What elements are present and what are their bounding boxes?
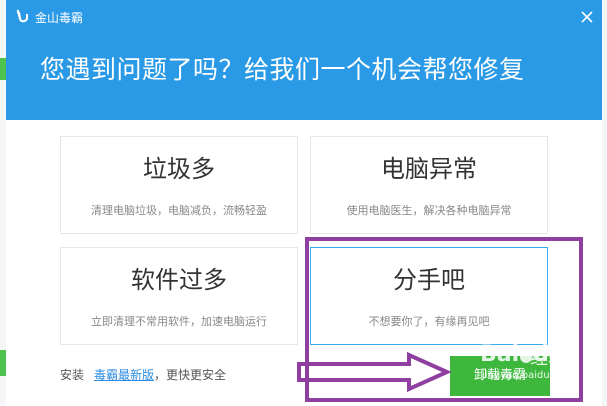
uninstall-dialog: 金山毒霸 您遇到问题了吗？给我们一个机会帮您修复 垃圾多 清理电脑垃圾，电脑减负… [6,0,602,406]
background-window-edge-right [602,0,607,406]
close-icon [581,11,593,23]
install-latest-hint: 安装 毒霸最新版，更快更安全 [60,367,226,383]
option-card-break-up[interactable]: 分手吧 不想要你了，有缘再见吧 [310,247,548,345]
dialog-headline: 您遇到问题了吗？给我们一个机会帮您修复 [40,55,525,84]
option-card-junk[interactable]: 垃圾多 清理电脑垃圾，电脑减负，流畅轻盈 [60,136,298,234]
kingsoft-logo-icon [16,9,28,23]
option-description: 使用电脑医生，解决各种电脑异常 [346,204,512,217]
option-title: 垃圾多 [143,155,215,183]
uninstall-button[interactable]: 卸载毒霸 [450,356,550,396]
option-description: 立即清理不常用软件，加速电脑运行 [91,315,267,328]
latest-version-link[interactable]: 毒霸最新版 [94,368,154,382]
close-button[interactable] [578,8,596,26]
option-card-too-many-software[interactable]: 软件过多 立即清理不常用软件，加速电脑运行 [60,247,298,345]
option-card-pc-abnormal[interactable]: 电脑异常 使用电脑医生，解决各种电脑异常 [310,136,548,234]
dialog-header: 金山毒霸 您遇到问题了吗？给我们一个机会帮您修复 [6,0,602,120]
footer-prefix: 安装 [60,368,85,382]
option-title: 软件过多 [131,266,227,294]
footer-suffix: ，更快更安全 [154,368,227,382]
option-description: 不想要你了，有缘再见吧 [368,315,490,328]
app-title: 金山毒霸 [35,11,84,25]
option-title: 分手吧 [393,266,465,294]
option-title: 电脑异常 [381,155,477,183]
option-description: 清理电脑垃圾，电脑减负，流畅轻盈 [91,204,267,217]
